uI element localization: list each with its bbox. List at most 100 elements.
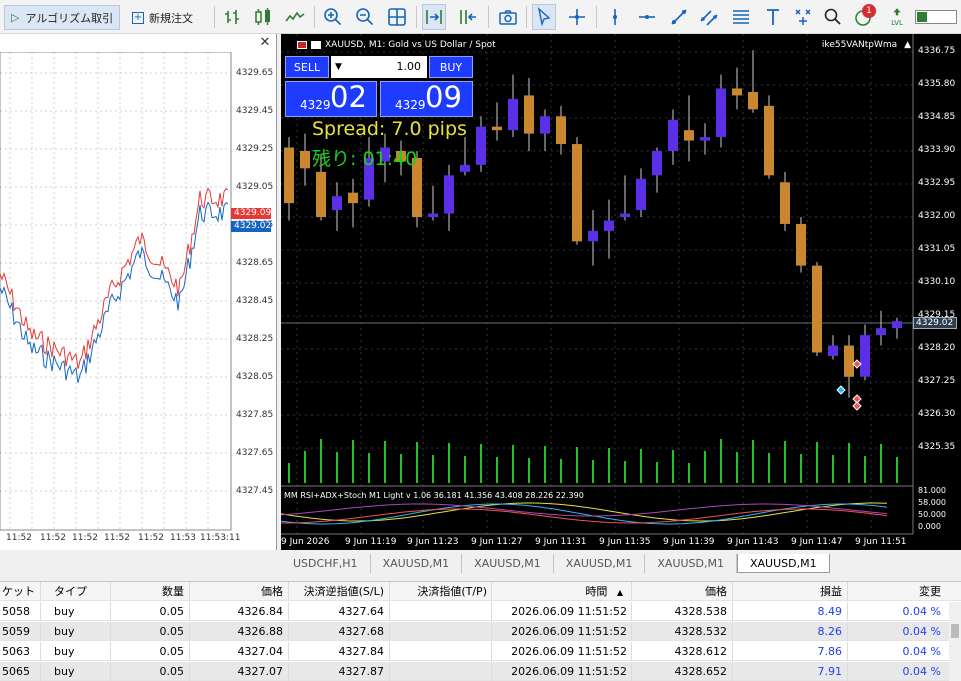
algo-trading-button[interactable]: ▷ アルゴリズム取引 [4,5,121,30]
candle-bearish [492,126,502,131]
tab-xauusd-m1[interactable]: XAUUSD,M1 [645,554,737,573]
candle-bullish [332,196,342,211]
zoom-out-button[interactable] [354,4,376,30]
text-tool-button[interactable] [762,4,784,30]
cell-tp [389,642,487,661]
column-separator [732,602,733,621]
one-click-trading-panel: SELL ▼ 1.00 BUY 4329 02 4329 09 [285,56,473,117]
close-icon[interactable]: ✕ [258,36,272,50]
zoom-in-button[interactable] [322,4,344,30]
cell-volume: 0.05 [159,625,185,638]
column-header-current-price[interactable]: 価格 [631,582,727,601]
new-order-button[interactable]: + 新規注文 [126,5,199,30]
trendline-button[interactable] [668,4,690,30]
search-icon [824,8,841,25]
column-header-sl[interactable]: 決済逆指値(S/L) [288,582,384,601]
tab-xauusd-m1[interactable]: XAUUSD,M1 [462,554,554,573]
buy-price-button[interactable]: 4329 09 [380,80,473,117]
column-header-profit[interactable]: 損益 [732,582,842,601]
candle-bullish [652,151,662,176]
fibonacci-button[interactable] [730,4,752,30]
indicator-label: MM RSI+ADX+Stoch M1 Light v 1.06 36.181 … [284,491,584,500]
column-header-ticket[interactable]: ケット [2,582,52,601]
time-axis-tick: 11:52 [6,533,32,543]
column-header-change[interactable]: 変更 [847,582,941,601]
tab-xauusd-m1[interactable]: XAUUSD,M1 [371,554,463,573]
lot-dropdown-icon[interactable]: ▼ [335,56,342,78]
time-axis-tick: 9 Jun 11:47 [791,537,843,547]
column-separator [40,602,41,621]
shapes-button[interactable] [792,4,814,30]
time-axis-tick: 11:52 [104,533,130,543]
cell-change: 0.04 % [902,665,941,678]
main-chart-window[interactable]: XAUUSD, M1: Gold vs US Dollar / Spot ike… [281,34,961,550]
column-header-type[interactable]: タイプ [54,582,94,601]
table-row[interactable]: 5059 buy 0.05 4326.88 4327.68 2026.06.09 11:5… [0,622,961,641]
table-row[interactable]: 5065 buy 0.05 4327.07 4327.87 2026.06.09 11:5… [0,662,961,681]
cell-time: 2026.06.09 11:51:52 [511,625,627,638]
search-button[interactable] [822,4,844,30]
cursor-button[interactable] [532,4,556,30]
horizontal-line-button[interactable] [636,4,658,30]
cell-change: 0.04 % [902,645,941,658]
scrollbar-thumb[interactable] [951,624,959,638]
indicator-axis-tick: 58.000 [918,498,946,507]
buy-button[interactable]: BUY [429,56,473,78]
column-header-volume[interactable]: 数量 [110,582,184,601]
price-axis-tick: 4328.20 [918,343,956,353]
column-separator [189,622,190,641]
toolbar-separator [314,6,315,28]
menu-icon[interactable] [297,41,307,49]
sell-price-button[interactable]: 4329 02 [285,80,377,117]
lot-size-input[interactable]: ▼ 1.00 [331,56,427,78]
channel-button[interactable] [698,4,720,30]
chart-shift-button[interactable] [456,4,480,30]
crosshair-button[interactable] [566,4,588,30]
tab-xauusd-m1[interactable]: XAUUSD,M1 [554,554,646,573]
new-order-label: 新規注文 [149,11,193,25]
tick-chart-plot [0,52,232,531]
candle-bearish [284,147,294,204]
table-row[interactable]: 5063 buy 0.05 4327.04 4327.84 2026.06.09 11:5… [0,642,961,661]
cell-ticket: 5058 [2,605,30,618]
crosshair-icon [569,9,585,25]
tab-xauusd-m1-active[interactable]: XAUUSD,M1 [737,554,830,573]
bar-chart-button[interactable] [222,4,244,30]
column-separator [40,662,41,681]
tab-usdchf-h1[interactable]: USDCHF,H1 [281,554,371,573]
column-separator [732,622,733,641]
column-header-time[interactable]: 時間 ▲ [491,582,623,601]
table-row[interactable]: 5058 buy 0.05 4326.84 4327.64 2026.06.09 11:5… [0,602,961,621]
table-scrollbar[interactable] [949,602,961,681]
tile-windows-button[interactable] [386,4,408,30]
cell-tp [389,602,487,621]
current-price-badge: 4329.02 [913,317,957,329]
sell-button[interactable]: SELL [285,56,329,78]
column-separator [631,642,632,661]
column-separator [40,582,41,601]
column-separator [288,602,289,621]
column-header-open-price[interactable]: 価格 [189,582,283,601]
screenshot-button[interactable] [496,4,520,30]
candle-bullish [828,345,838,356]
price-axis-tick: 4333.90 [918,145,956,155]
column-header-tp[interactable]: 決済指値(T/P) [389,582,487,601]
chart-title-label: XAUUSD, M1: Gold vs US Dollar / Spot [325,40,496,50]
toolbar-separator [488,6,489,28]
line-chart-button[interactable] [284,4,306,30]
auto-scroll-button[interactable] [422,4,446,30]
column-separator [732,662,733,681]
price-axis-tick: 4328.25 [236,334,274,344]
level-button[interactable]: LVL [886,4,908,30]
candlestick-button[interactable] [252,4,274,30]
notifications-button[interactable]: 1 [852,4,876,30]
column-separator [189,602,190,621]
cell-open-price: 4326.84 [237,605,284,618]
price-axis-tick: 4334.85 [918,112,956,122]
column-separator [389,622,390,641]
account-label: ike55VANtpWma ▲ [822,40,911,50]
cell-volume: 0.05 [159,605,185,618]
column-separator [110,622,111,641]
ask-price-badge: 4329.09 [231,208,271,219]
vertical-line-button[interactable] [604,4,626,30]
